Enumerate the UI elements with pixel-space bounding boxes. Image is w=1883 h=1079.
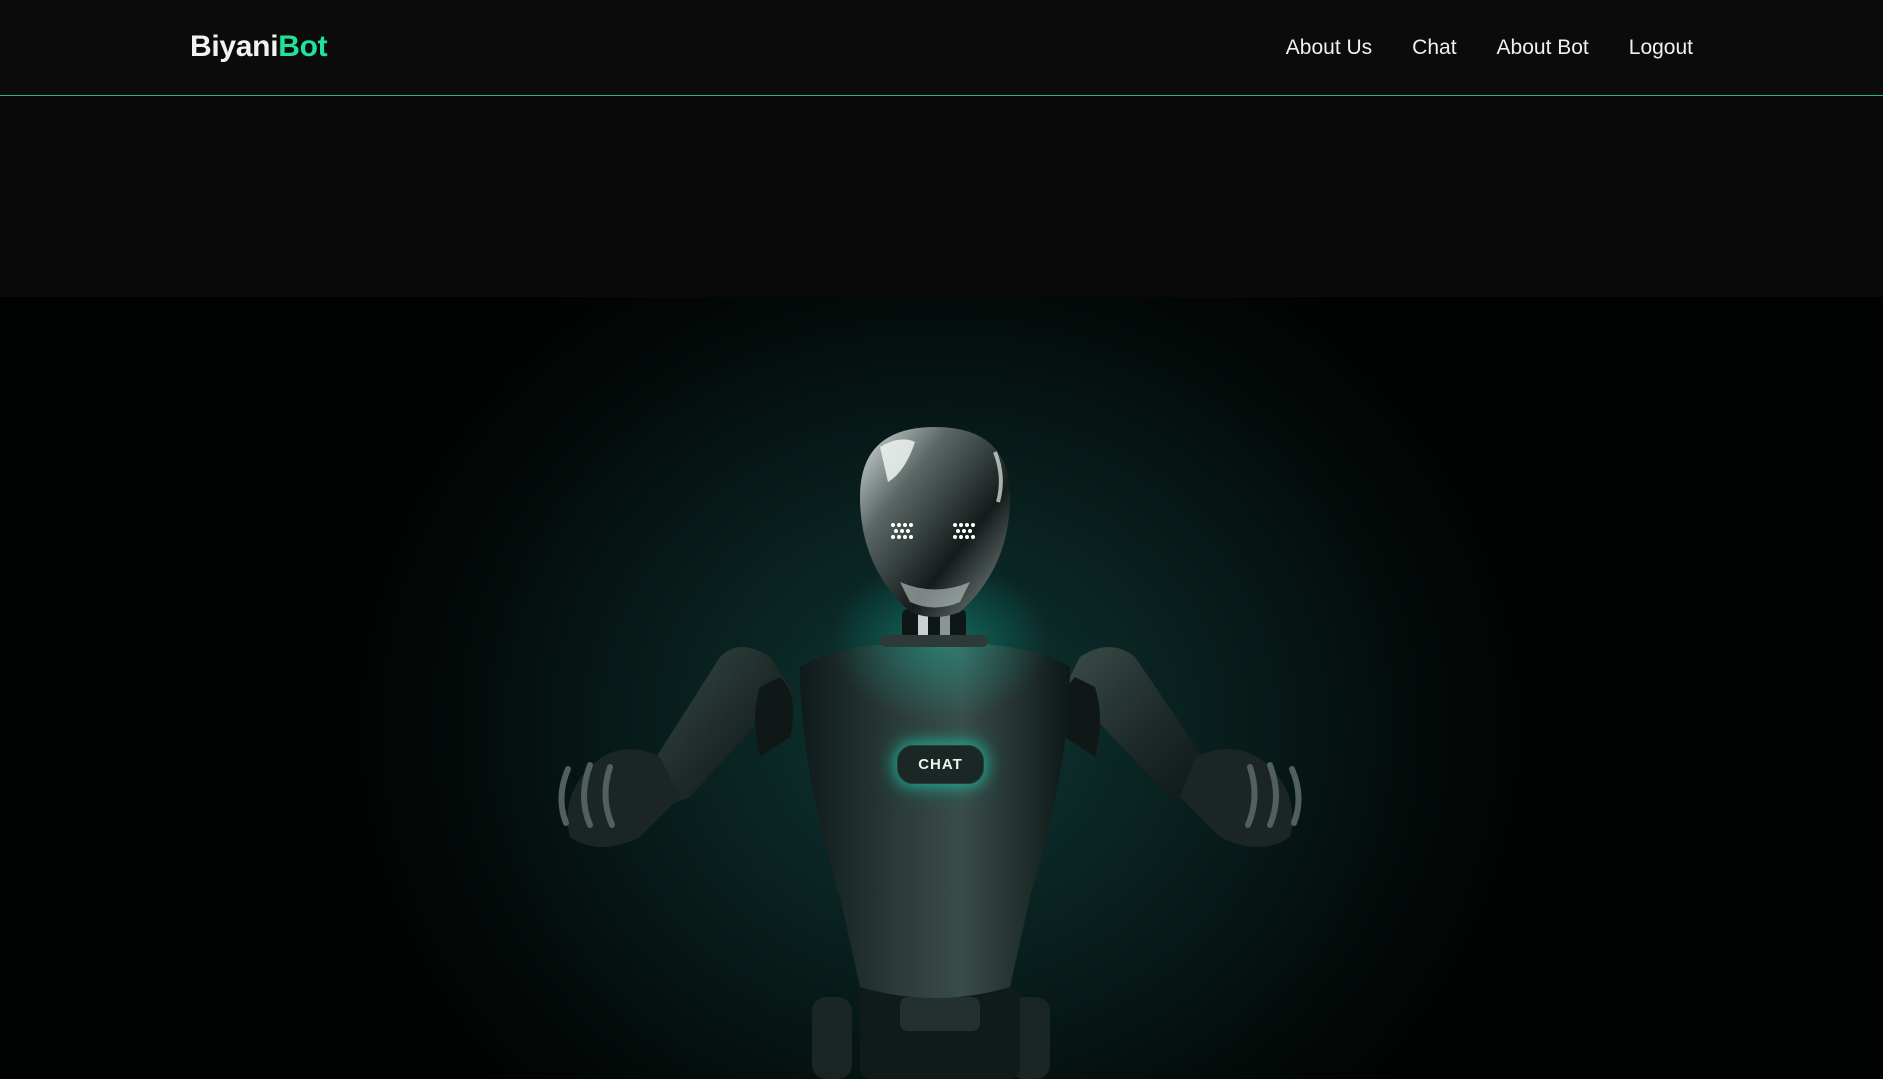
brand-logo[interactable]: BiyaniBot	[190, 30, 328, 64]
brand-name-accent: Bot	[278, 30, 328, 63]
robot-illustration	[558, 427, 1302, 1079]
nav-link-chat[interactable]: Chat	[1412, 36, 1456, 60]
hero-section: CHAT	[0, 297, 1883, 1079]
nav-link-about-us[interactable]: About Us	[1286, 36, 1372, 60]
robot-left-arm	[558, 647, 794, 847]
nav-link-about-bot[interactable]: About Bot	[1497, 36, 1589, 60]
nav-menu: About Us Chat About Bot Logout	[1286, 36, 1693, 60]
nav-link-logout[interactable]: Logout	[1629, 36, 1693, 60]
chat-button[interactable]: CHAT	[897, 745, 984, 784]
navbar: BiyaniBot About Us Chat About Bot Logout	[0, 0, 1883, 96]
robot-legs	[812, 987, 1050, 1079]
header-spacer	[0, 97, 1883, 297]
robot-right-arm	[1061, 647, 1302, 847]
brand-name-primary: Biyani	[190, 30, 279, 63]
